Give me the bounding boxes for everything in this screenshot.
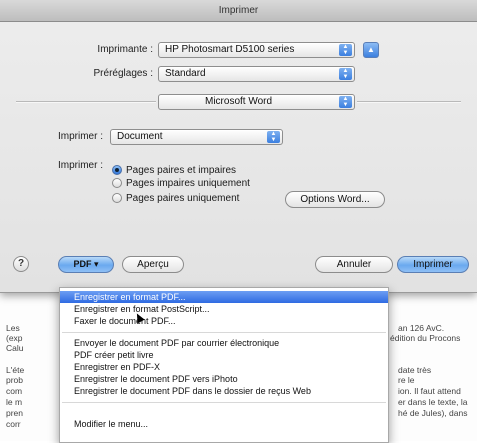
menu-item-iphoto[interactable]: Enregistrer le document PDF vers iPhoto [60,374,388,385]
printer-popup[interactable]: HP Photosmart D5100 series ▲ ▼ [158,42,355,58]
background-text-line: ion. Il faut attend [398,386,461,396]
pdf-menu-button[interactable]: PDF ▾ [58,256,114,273]
preview-button[interactable]: Aperçu [122,256,184,273]
background-text-line: pren [6,408,24,418]
radio-empty-icon [112,178,122,188]
help-button[interactable]: ? [13,256,29,272]
menu-item-save-pdfx[interactable]: Enregistrer en PDF-X [60,362,388,373]
presets-label: Préréglages : [93,68,153,79]
menu-item-edit-menu[interactable]: Modifier le menu... [60,419,388,430]
background-text-line: Calu [6,343,24,353]
radio-selected-icon [112,165,122,175]
background-text-line: prob [6,375,24,385]
radio-empty-icon [112,193,122,203]
pane-value: Microsoft Word [205,96,273,107]
popup-arrows-icon: ▲ ▼ [339,68,352,80]
background-text-line: com [6,386,23,396]
presets-popup[interactable]: Standard ▲ ▼ [158,66,355,82]
print-pages-label: Imprimer : [58,160,103,171]
popup-arrows-icon: ▲ ▼ [339,44,352,56]
background-text-line: date très [398,365,432,375]
pane-popup[interactable]: Microsoft Word ▲ ▼ [158,94,355,110]
radio-even-pages[interactable]: Pages paires uniquement [112,193,239,205]
presets-value: Standard [165,68,206,79]
print-what-value: Document [117,131,163,142]
radio-label: Pages paires uniquement [126,193,240,204]
printer-label: Imprimante : [97,44,153,55]
background-text-line: corr [6,419,21,429]
print-button[interactable]: Imprimer [397,256,469,273]
background-text-line: re le [398,375,415,385]
menu-item-save-postscript[interactable]: Enregistrer en format PostScript... [60,304,388,315]
window-title: Imprimer [0,0,477,22]
menu-item-save-pdf[interactable]: Enregistrer en format PDF... [60,291,388,303]
menu-item-booklet-pdf[interactable]: PDF créer petit livre [60,350,388,361]
menu-item-fax-pdf[interactable]: Faxer le document PDF... [60,316,388,327]
separator [16,101,156,103]
print-dialog: Imprimer Imprimante : HP Photosmart D510… [0,0,477,293]
menu-separator [62,332,386,333]
popup-arrows-icon: ▲ ▼ [339,96,352,108]
separator [357,101,461,103]
popup-arrows-icon: ▲ ▼ [267,131,280,143]
background-text-line: L'éte [6,365,25,375]
background-text-line: (exp [6,333,23,343]
radio-odd-pages[interactable]: Pages impaires uniquement [112,178,250,190]
radio-all-pages[interactable]: Pages paires et impaires [112,165,236,177]
printer-value: HP Photosmart D5100 series [165,44,295,55]
background-text-line: le m [6,397,23,407]
cancel-button[interactable]: Annuler [315,256,393,273]
disclosure-button[interactable]: ▲ [363,42,379,58]
background-text-line: Les [6,323,20,333]
radio-label: Pages impaires uniquement [126,178,250,189]
print-what-label: Imprimer : [58,131,103,142]
background-text-line: an 126 AvC. [398,323,445,333]
pdf-dropdown-menu: Enregistrer en format PDF... Enregistrer… [59,287,389,443]
background-text-line: er dans le texte, la [398,397,468,407]
background-text-line: hé de Jules), dans [398,408,468,418]
menu-separator [62,402,386,403]
options-word-button[interactable]: Options Word... [285,191,385,208]
radio-label: Pages paires et impaires [126,165,237,176]
background-text-line: édition du Procons [390,333,461,343]
menu-item-email-pdf[interactable]: Envoyer le document PDF par courrier éle… [60,338,388,349]
print-what-popup[interactable]: Document ▲ ▼ [110,129,283,145]
triangle-up-icon: ▲ [367,45,375,54]
menu-item-web-receipts[interactable]: Enregistrer le document PDF dans le doss… [60,386,388,397]
